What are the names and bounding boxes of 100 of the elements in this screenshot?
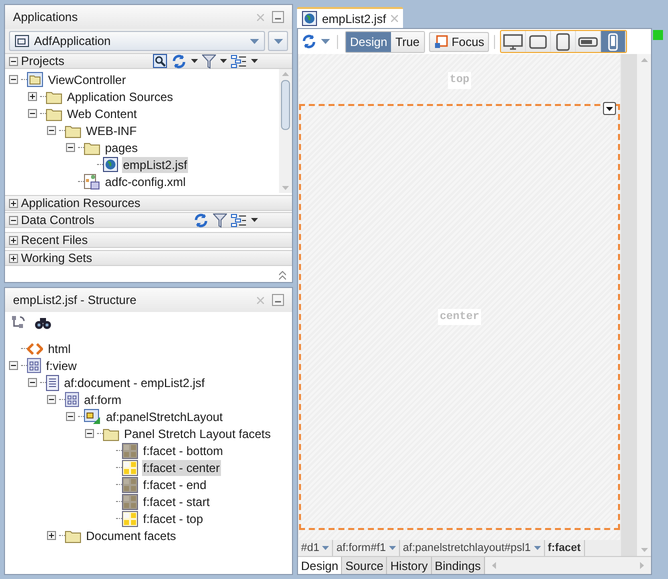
layout-component-icon [84, 408, 101, 424]
collapse-toggle-icon[interactable] [47, 395, 56, 404]
collapse-toggle-icon[interactable] [47, 126, 56, 135]
tree-item[interactable]: f:view [45, 358, 78, 374]
accordion-header[interactable]: Data Controls [5, 212, 292, 228]
collapse-toggle-icon[interactable] [28, 109, 37, 118]
overview-ruler-icon [653, 30, 663, 40]
globe-page-icon [103, 157, 118, 172]
facet-label: top [448, 72, 472, 88]
editor-tab[interactable]: empList2.jsf [297, 7, 404, 28]
collapse-toggle-icon[interactable] [66, 412, 75, 421]
sync-tree-icon[interactable] [11, 315, 27, 331]
accordion-header[interactable]: Working Sets [5, 250, 292, 266]
accordion-header[interactable]: Application Resources [5, 195, 292, 211]
collapse-toggle-icon[interactable] [85, 429, 94, 438]
tree-item[interactable]: empList2.jsf [122, 156, 188, 172]
expand-toggle-icon[interactable] [9, 198, 18, 208]
tree-item[interactable]: Web Content [66, 106, 138, 122]
tree-item[interactable]: f:facet - start [142, 494, 211, 510]
tablet-landscape-icon [529, 34, 548, 48]
caret-icon[interactable] [251, 59, 258, 63]
tree-item[interactable]: adfc-config.xml [104, 174, 187, 190]
editor-view-tab[interactable]: Source [342, 557, 388, 574]
collapse-toggle-icon[interactable] [9, 361, 18, 370]
menu-dropdown-button[interactable] [268, 31, 288, 51]
binoculars-icon[interactable] [35, 316, 51, 330]
collapse-toggle-icon[interactable] [66, 143, 75, 152]
accordion-header[interactable]: Recent Files [5, 232, 292, 248]
tree-item[interactable]: f:facet - center [142, 460, 221, 476]
tree-item[interactable]: f:facet - bottom [142, 442, 224, 458]
accordion-header[interactable]: Projects [5, 53, 292, 69]
mode-button[interactable]: True [391, 32, 424, 52]
folder-icon [65, 528, 81, 542]
caret-icon[interactable] [191, 59, 198, 63]
expand-toggle-icon[interactable] [9, 254, 18, 262]
collapse-toggle-icon[interactable] [28, 378, 37, 387]
tree-item[interactable]: af:document - empList2.jsf [63, 374, 206, 390]
project-folder-icon [27, 72, 43, 87]
device-button[interactable] [576, 31, 602, 52]
phone-portrait-icon [608, 32, 618, 50]
minimize-icon[interactable] [272, 294, 284, 306]
double-caret-icon[interactable] [279, 271, 286, 280]
html-tag-icon [27, 342, 43, 354]
caret-icon[interactable] [251, 218, 258, 222]
filter-icon[interactable] [213, 212, 227, 228]
facet-menu-button[interactable] [603, 102, 616, 115]
device-button[interactable] [601, 31, 626, 52]
tree-item[interactable]: Application Sources [66, 88, 174, 104]
caret-icon [534, 546, 541, 550]
filter-icon[interactable] [202, 54, 216, 68]
caret-icon[interactable] [220, 59, 227, 63]
editor-view-tab[interactable]: History [387, 557, 432, 574]
vertical-scrollbar[interactable] [279, 69, 292, 193]
tablet-portrait-icon [556, 32, 570, 50]
expand-toggle-icon[interactable] [47, 531, 56, 540]
tree-item[interactable]: html [47, 340, 72, 356]
tree-item[interactable]: Panel Stretch Layout facets [123, 426, 272, 442]
globe-page-icon [302, 11, 317, 26]
device-button[interactable] [526, 31, 552, 52]
tree-item[interactable]: pages [104, 140, 139, 156]
scroll-thumb[interactable] [281, 80, 290, 130]
section-title: Projects [21, 54, 66, 68]
folder-icon [65, 124, 81, 138]
facet-icon [122, 442, 138, 458]
focus-button[interactable]: Focus [428, 32, 490, 52]
editor-view-tab[interactable]: Design [298, 557, 342, 574]
tree-item[interactable]: ViewController [47, 72, 127, 88]
facet-icon [122, 476, 138, 492]
tree-item[interactable]: f:facet - top [142, 510, 204, 526]
expand-toggle-icon[interactable] [28, 92, 37, 101]
list-options-icon[interactable] [231, 54, 247, 68]
section-title: Application Resources [21, 196, 142, 210]
collapse-toggle-icon[interactable] [9, 216, 18, 224]
device-button[interactable] [501, 31, 526, 52]
filled-facet-icon [122, 460, 138, 476]
panel-title: empList2.jsf - Structure [13, 292, 138, 309]
caret-icon [388, 546, 396, 550]
refresh-icon[interactable] [193, 212, 209, 228]
tree-item[interactable]: af:form [83, 392, 122, 408]
editor-view-tab[interactable]: Bindings [432, 557, 485, 574]
collapse-toggle-icon[interactable] [9, 75, 18, 84]
grid-component-icon [65, 392, 79, 407]
caret-icon [250, 38, 259, 44]
minimize-icon[interactable] [272, 11, 284, 23]
search-icon[interactable] [153, 54, 167, 68]
tree-item[interactable]: f:facet - end [142, 476, 208, 492]
section-title: Data Controls [21, 213, 96, 227]
list-options-icon[interactable] [231, 214, 247, 226]
mode-button[interactable]: Design [346, 32, 392, 52]
refresh-icon[interactable] [171, 54, 187, 68]
tree-item[interactable]: Document facets [85, 528, 178, 544]
tree-item[interactable]: af:panelStretchLayout [105, 408, 224, 424]
folder-icon [46, 90, 62, 104]
section-title: Recent Files [21, 233, 89, 247]
refresh-icon[interactable] [301, 34, 317, 49]
device-button[interactable] [551, 31, 576, 52]
collapse-toggle-icon[interactable] [9, 56, 18, 66]
expand-toggle-icon[interactable] [9, 236, 18, 244]
application-dropdown[interactable]: AdfApplication [9, 31, 265, 51]
tree-item[interactable]: WEB-INF [85, 122, 138, 138]
